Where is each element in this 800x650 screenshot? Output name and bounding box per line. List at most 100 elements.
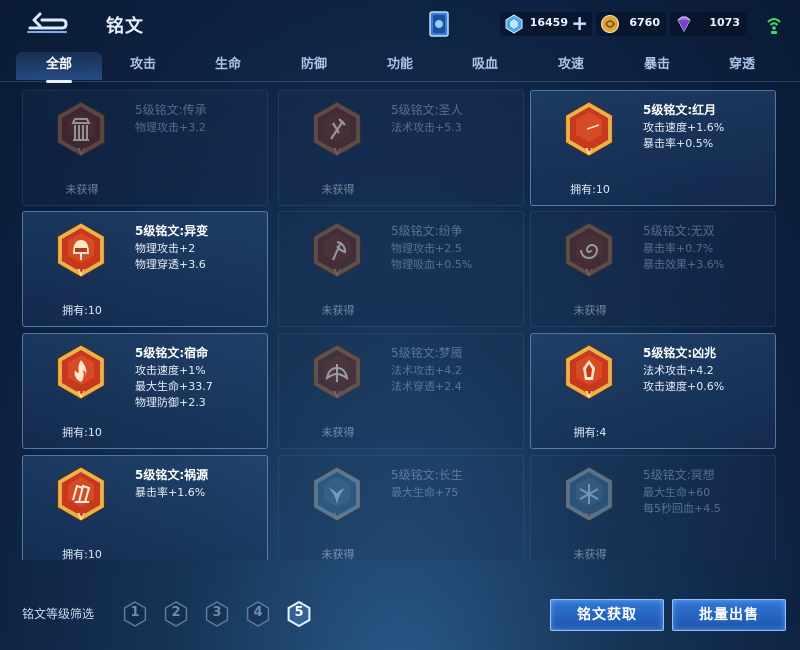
rune-attribute: 暴击率+1.6% (135, 486, 206, 499)
rune-attribute: 法术攻击+4.2 (391, 364, 462, 377)
rune-attribute: 物理攻击+2 (135, 242, 196, 255)
rune-name: 5级铭文:梦魇 (391, 346, 463, 360)
tab-critical[interactable]: 暴击 (614, 52, 700, 80)
gem-amount: 1073 (709, 16, 740, 29)
rune-attribute: 物理防御+2.3 (135, 396, 206, 409)
svg-text:V: V (77, 146, 85, 158)
gold-coin-icon (601, 15, 619, 33)
coupon-currency: 16459 + (500, 12, 592, 36)
level-number: 1 (130, 605, 140, 620)
rune-name: 5级铭文:凶兆 (643, 346, 717, 360)
gold-currency: 6760 (596, 12, 666, 36)
rune-attribute: 物理吸血+0.5% (391, 258, 473, 271)
tab-attack[interactable]: 攻击 (100, 52, 186, 80)
svg-text:V: V (77, 511, 85, 523)
not-obtained-label: 未获得 (573, 548, 607, 560)
tab-defense[interactable]: 防御 (271, 52, 357, 80)
tab-penetration[interactable]: 穿透 (699, 52, 785, 80)
back-button[interactable] (22, 10, 70, 38)
level-number: 4 (253, 605, 263, 620)
svg-text:V: V (585, 146, 593, 158)
page-title: 铭文 (106, 16, 144, 37)
level-filter-2-button[interactable]: 2 (163, 600, 189, 628)
rune-name: 5级铭文:无双 (643, 224, 715, 238)
rune-card-icon[interactable] (428, 10, 450, 38)
gold-amount: 6760 (629, 16, 660, 29)
not-obtained-label: 未获得 (321, 426, 355, 439)
rune-attribute: 法术穿透+2.4 (391, 380, 462, 393)
rune-attribute: 物理攻击+3.2 (135, 121, 206, 134)
pillar-icon: V (57, 101, 105, 158)
rune-attribute: 暴击效果+3.6% (643, 258, 725, 271)
owned-count: 拥有:10 (62, 426, 102, 439)
owned-count: 拥有:10 (62, 304, 102, 317)
svg-text:V: V (77, 389, 85, 401)
level-number: 3 (212, 605, 222, 620)
svg-text:V: V (77, 267, 85, 279)
active-tab-indicator (46, 80, 72, 83)
rune-attribute: 攻击速度+1% (135, 364, 206, 377)
rune-card[interactable]: V 未获得 5级铭文:纷争 物理攻击+2.5 物理吸血+0.5% (278, 211, 524, 327)
svg-text:V: V (333, 511, 341, 523)
rune-name: 5级铭文:纷争 (391, 224, 463, 238)
not-obtained-label: 未获得 (321, 548, 355, 560)
rune-name: 5级铭文:红月 (643, 103, 717, 117)
rune-name: 5级铭文:传承 (135, 103, 207, 117)
diamond-coupon-icon (505, 14, 523, 34)
tab-health[interactable]: 生命 (185, 52, 271, 80)
tab-lifesteal[interactable]: 吸血 (442, 52, 528, 80)
flame-icon: V (57, 344, 105, 401)
rune-card[interactable]: V 未获得 5级铭文:传承 物理攻击+3.2 (22, 90, 268, 206)
get-rune-button[interactable]: 铭文获取 (550, 599, 664, 631)
owned-count: 拥有:10 (62, 548, 102, 560)
category-tabs: 全部 攻击 生命 防御 功能 吸血 攻速 暴击 穿透 (0, 52, 800, 83)
rune-card[interactable]: V 未获得 5级铭文:无双 暴击率+0.7% 暴击效果+3.6% (530, 211, 776, 327)
rune-attribute: 最大生命+33.7 (135, 380, 213, 393)
rune-card[interactable]: V 未获得 5级铭文:长生 最大生命+75 (278, 455, 524, 560)
bulk-sell-button[interactable]: 批量出售 (672, 599, 786, 631)
add-coupon-plus-icon[interactable]: + (571, 13, 588, 33)
crystal-icon: V (565, 344, 613, 401)
rune-card[interactable]: V 未获得 5级铭文:圣人 法术攻击+5.3 (278, 90, 524, 206)
back-arrow-icon (27, 12, 68, 33)
svg-text:V: V (333, 267, 341, 279)
moon-icon: V (565, 101, 613, 158)
rune-card[interactable]: V 拥有:4 5级铭文:凶兆 法术攻击+4.2 攻击速度+0.6% (530, 333, 776, 449)
rune-card[interactable]: V 未获得 5级铭文:冥想 最大生命+60 每5秒回血+4.5 (530, 455, 776, 560)
tail-icon: V (313, 466, 361, 523)
rune-card[interactable]: V 拥有:10 5级铭文:红月 攻击速度+1.6% 暴击率+0.5% (530, 90, 776, 206)
not-obtained-label: 未获得 (573, 304, 607, 317)
helmet-icon: V (57, 222, 105, 279)
tab-attack-speed[interactable]: 攻速 (528, 52, 614, 80)
level-filter-label: 铭文等级筛选 (22, 607, 95, 621)
level-number: 2 (171, 605, 181, 620)
level-filter-4-button[interactable]: 4 (245, 600, 271, 628)
cards-icon: V (57, 466, 105, 523)
level-number: 5 (294, 605, 304, 620)
wing-icon: V (313, 344, 361, 401)
coupon-amount: 16459 (529, 16, 568, 29)
tab-function[interactable]: 功能 (357, 52, 443, 80)
rune-name: 5级铭文:异变 (135, 224, 209, 238)
rune-name: 5级铭文:冥想 (643, 468, 715, 482)
rune-card[interactable]: V 未获得 5级铭文:梦魇 法术攻击+4.2 法术穿透+2.4 (278, 333, 524, 449)
rune-name: 5级铭文:宿命 (135, 346, 209, 360)
level-filter-5-button[interactable]: 5 (286, 600, 312, 628)
rune-card[interactable]: V 拥有:10 5级铭文:宿命 攻击速度+1% 最大生命+33.7 物理防御+2.3 (22, 333, 268, 449)
rune-attribute: 物理穿透+3.6 (135, 258, 206, 271)
rune-attribute: 最大生命+60 (643, 486, 711, 499)
rune-attribute: 每5秒回血+4.5 (643, 502, 721, 515)
not-obtained-label: 未获得 (65, 183, 99, 196)
rune-card[interactable]: V 拥有:10 5级铭文:异变 物理攻击+2 物理穿透+3.6 (22, 211, 268, 327)
gem-currency: 1073 (670, 12, 746, 36)
top-bar: 铭文 16459 + 6760 1073 (0, 0, 800, 48)
owned-count: 拥有:10 (570, 183, 610, 196)
svg-text:V: V (333, 146, 341, 158)
tab-all[interactable]: 全部 (16, 52, 102, 83)
level-filter-1-button[interactable]: 1 (122, 600, 148, 628)
svg-text:V: V (585, 267, 593, 279)
svg-text:V: V (585, 511, 593, 523)
wifi-signal-icon (766, 14, 782, 36)
level-filter-3-button[interactable]: 3 (204, 600, 230, 628)
rune-card[interactable]: V 拥有:10 5级铭文:祸源 暴击率+1.6% (22, 455, 268, 560)
